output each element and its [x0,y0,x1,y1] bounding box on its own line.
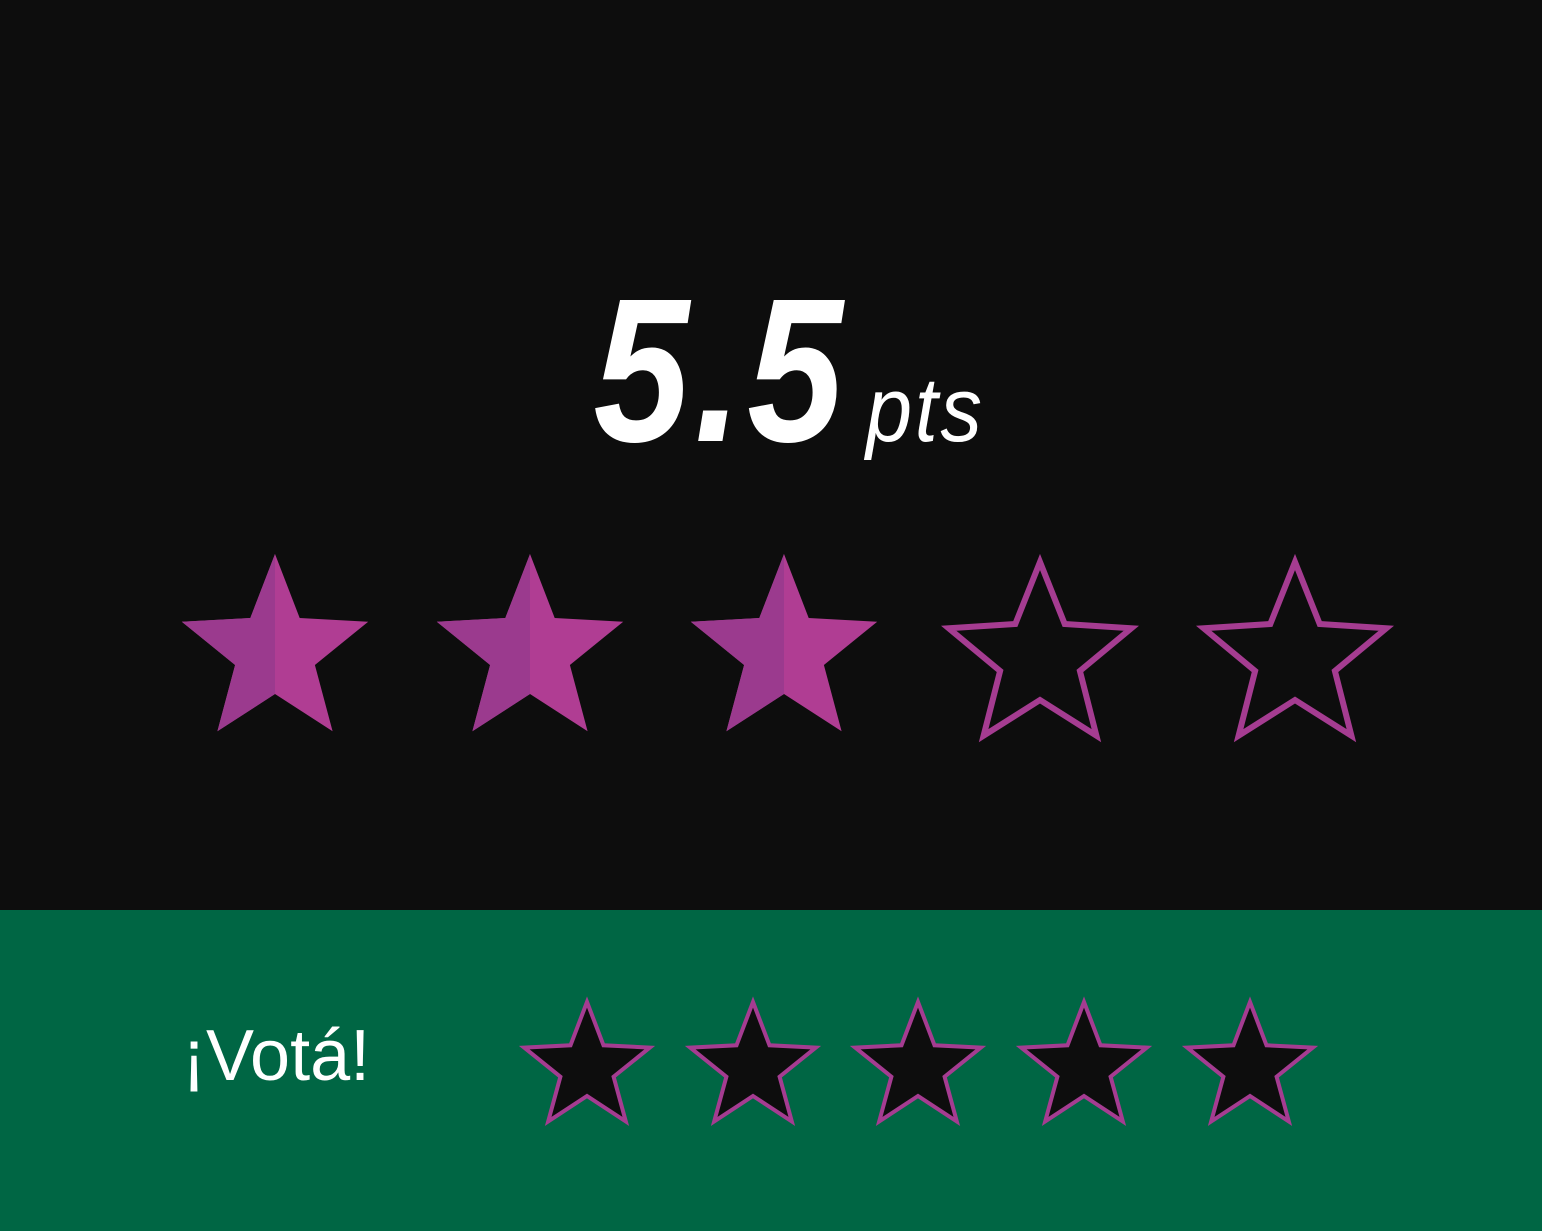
rating-stars-svg [181,553,1395,743]
star-outline-icon[interactable] [849,996,987,1126]
vote-star-2[interactable] [684,996,822,1126]
vote-panel: ¡Votá! [0,910,1542,1231]
star-outline-icon[interactable] [1181,996,1319,1126]
vote-stars-svg [518,996,1319,1126]
star-filled-icon [690,554,878,732]
vote-star-5[interactable] [1181,996,1319,1126]
star-filled-icon [181,554,369,732]
score-display: 5.5 pts [0,268,1542,473]
star-outline-icon[interactable] [1015,996,1153,1126]
score-value: 5.5 [593,256,848,485]
star-outline-icon[interactable] [684,996,822,1126]
star-empty-icon [940,553,1140,743]
vote-star-4[interactable] [1015,996,1153,1126]
rating-stars [0,540,1542,760]
star-filled-icon [436,554,624,732]
star-empty-icon [1195,553,1395,743]
vote-star-3[interactable] [849,996,987,1126]
star-outline-icon[interactable] [518,996,656,1126]
vote-star-1[interactable] [518,996,656,1126]
score-unit: pts [865,359,985,461]
rating-widget: 5.5 pts ¡Votá! [0,0,1542,1231]
score-panel: 5.5 pts [0,0,1542,910]
vote-stars [0,910,1542,1231]
